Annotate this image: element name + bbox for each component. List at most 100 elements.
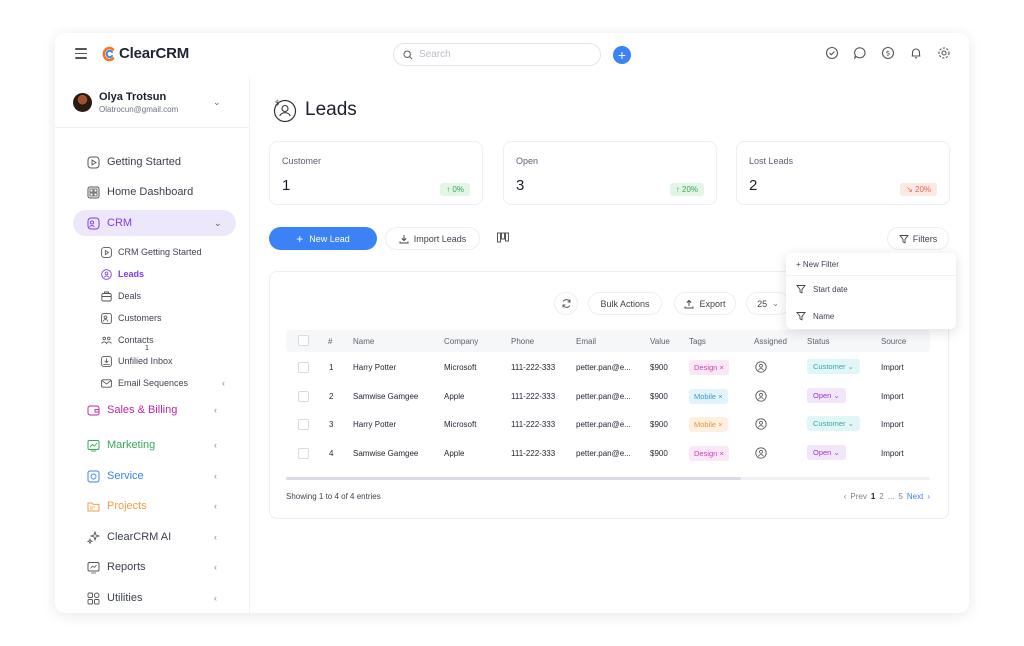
status-label: Open [813,391,832,400]
dashboard-icon [87,186,100,198]
refresh-button[interactable] [554,292,578,315]
chevron-left-icon: ‹ [214,532,217,542]
sidebar-item-crm[interactable]: CRM ⌄ [87,215,222,231]
sidebar-sub-deals[interactable]: Deals [101,289,141,303]
lead-name[interactable]: Harry Potter [353,363,396,372]
lead-name[interactable]: Harry Potter [353,420,396,429]
status-select[interactable]: Customer ⌄ [807,416,860,431]
top-bar: ClearCRM + $ [55,33,969,77]
svg-text:$: $ [886,50,890,58]
logo[interactable]: ClearCRM [102,45,189,62]
user-icon[interactable] [755,447,767,459]
sidebar-item-utilities[interactable]: Utilities ‹ [87,590,217,606]
column-header: Company [444,337,479,346]
filter-icon [898,234,909,243]
chevron-down-icon[interactable]: ⌄ [213,97,221,108]
sidebar-item-home-dashboard[interactable]: Home Dashboard [87,184,193,200]
import-leads-button[interactable]: Import Leads [385,227,480,250]
tag-chip[interactable]: Design × [689,446,729,461]
filter-option-start-date[interactable]: Start date [796,284,848,294]
sidebar-item-clearcrm-ai[interactable]: ClearCRM AI ‹ [87,529,217,545]
scrollbar-thumb[interactable] [286,477,741,480]
sidebar-item-sales-billing[interactable]: Sales & Billing ‹ [87,402,217,418]
user-profile[interactable]: Olya Trotsun Olatrocun@gmail.com [73,91,178,114]
tag-label: Design [694,449,718,458]
kanban-icon[interactable] [497,232,509,244]
table-header: # Name Company Phone Email Value Tags As… [286,330,930,352]
page-2[interactable]: 2 [879,492,883,501]
status-select[interactable]: Open ⌄ [807,445,846,460]
filter-option-name[interactable]: Name [796,311,834,321]
user-icon[interactable] [755,361,767,373]
table-row[interactable]: 1 Harry Potter Microsoft 111-222-333 pet… [286,354,930,382]
next-link[interactable]: Next [907,492,923,501]
page-5[interactable]: 5 [898,492,902,501]
lead-value: $900 [650,363,668,372]
sidebar-item-service[interactable]: Service ‹ [87,468,217,484]
sidebar-sub-email-sequences[interactable]: Email Sequences ‹ [101,376,225,390]
sidebar-item-label: Sales & Billing [107,404,178,416]
page-size-select[interactable]: 25 ⌄ [746,292,790,315]
menu-icon[interactable] [75,48,87,59]
export-button[interactable]: Export [674,292,736,315]
status-select[interactable]: Customer ⌄ [807,359,860,374]
play-icon [87,156,100,168]
user-icon[interactable] [755,390,767,402]
chevron-left-icon: ‹ [214,501,217,511]
select-all-checkbox[interactable] [298,335,309,346]
status-select[interactable]: Open ⌄ [807,388,846,403]
chevron-left-icon: ‹ [214,593,217,603]
close-icon[interactable]: × [719,363,723,372]
chat-icon[interactable] [853,46,867,60]
chevron-down-icon: ⌄ [833,391,840,400]
row-checkbox[interactable] [298,391,309,402]
sidebar-item-reports[interactable]: Reports ‹ [87,559,217,575]
sidebar-sub-crm-getting-started[interactable]: CRM Getting Started [101,245,202,259]
table-row[interactable]: 3 Harry Potter Microsoft 111-222-333 pet… [286,411,930,439]
prev-link[interactable]: Prev [850,492,866,501]
add-button[interactable]: + [613,46,631,64]
download-icon [399,234,409,243]
table-row[interactable]: 2 Samwise Gamgee Apple 111-222-333 pette… [286,383,930,411]
lead-name[interactable]: Samwise Gamgee [353,392,418,401]
dollar-chat-icon[interactable]: $ [881,46,895,60]
user-icon[interactable] [755,418,767,430]
sidebar-item-projects[interactable]: Projects ‹ [87,498,217,514]
row-checkbox[interactable] [298,362,309,373]
lead-name[interactable]: Samwise Gamgee [353,449,418,458]
sidebar-sub-customers[interactable]: Customers [101,311,162,325]
table-row[interactable]: 4 Samwise Gamgee Apple 111-222-333 pette… [286,440,930,468]
chevron-left-icon[interactable]: ‹ [844,492,847,501]
lead-company: Microsoft [444,420,477,429]
settings-icon[interactable] [937,46,951,60]
row-checkbox[interactable] [298,448,309,459]
column-header: Phone [511,337,535,346]
tag-chip[interactable]: Mobile × [689,389,728,404]
bell-icon[interactable] [909,46,923,60]
bulk-actions-button[interactable]: Bulk Actions [588,292,662,315]
horizontal-scrollbar[interactable] [286,477,930,480]
page-1[interactable]: 1 [871,492,875,501]
sidebar-item-getting-started[interactable]: Getting Started [87,154,181,170]
sidebar-sub-leads[interactable]: Leads [101,267,144,281]
chevron-down-icon: ⌄ [214,217,222,228]
column-header: Assigned [754,337,787,346]
sidebar-sub-unfiled-inbox[interactable]: Unfilied Inbox [101,354,173,368]
chevron-right-icon[interactable]: › [927,492,930,501]
close-icon[interactable]: × [719,449,723,458]
new-filter-item[interactable]: + New Filter [796,260,839,269]
filters-label: Filters [912,233,938,244]
search-box[interactable] [393,43,601,66]
search-input[interactable] [419,49,579,60]
filters-button[interactable]: Filters [887,227,949,250]
sidebar-item-marketing[interactable]: Marketing ‹ [87,437,217,453]
new-lead-button[interactable]: + New Lead [269,227,377,250]
tag-chip[interactable]: Design × [689,360,729,375]
sidebar-sub-label: Email Sequences [118,378,189,388]
row-checkbox[interactable] [298,419,309,430]
stat-value: 3 [516,177,525,194]
close-icon[interactable]: × [718,420,722,429]
tag-chip[interactable]: Mobile × [689,417,728,432]
check-circle-icon[interactable] [825,46,839,60]
close-icon[interactable]: × [718,392,722,401]
